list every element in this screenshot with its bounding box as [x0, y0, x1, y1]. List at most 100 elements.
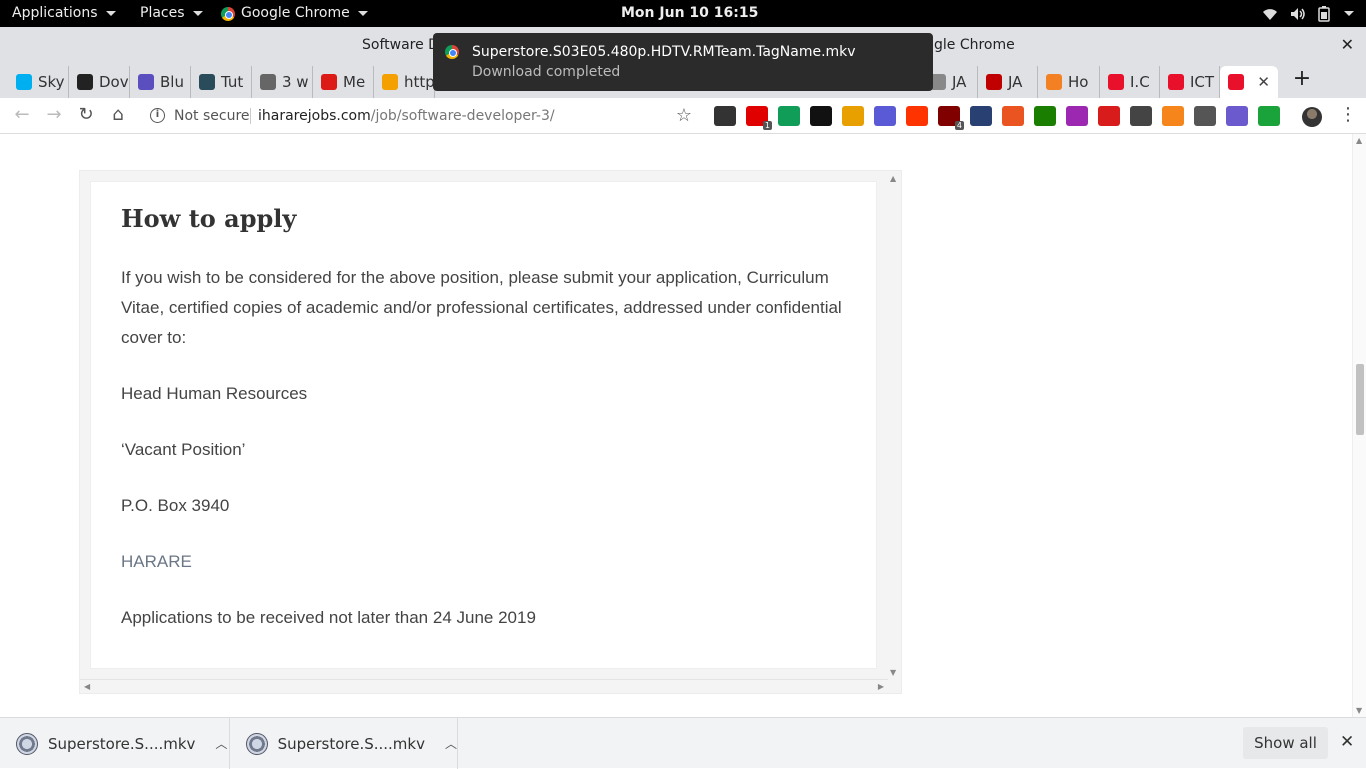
tab-label: Sky	[38, 73, 65, 91]
security-label[interactable]: Not secure	[174, 108, 250, 124]
tab[interactable]: Ho	[1038, 66, 1100, 98]
tab-label: JA	[952, 73, 967, 91]
opera-icon[interactable]: 1	[746, 106, 772, 130]
reload-button[interactable]: ↻	[75, 104, 97, 126]
a-icon[interactable]	[1194, 106, 1216, 126]
favicon-icon	[1168, 74, 1184, 90]
show-all-button[interactable]: Show all	[1243, 727, 1328, 759]
gnome-top-bar: Applications Places Google Chrome Mon Ju…	[0, 0, 1366, 27]
places-menu[interactable]: Places	[140, 0, 203, 27]
app-name-label: Google Chrome	[241, 5, 350, 21]
url-text[interactable]: ihararejobs.com/job/software-developer-3…	[258, 108, 555, 124]
profile-avatar[interactable]	[1302, 107, 1322, 127]
inner-vertical-scrollbar[interactable]: ▲ ▼	[887, 171, 901, 680]
tab[interactable]: Me	[313, 66, 374, 98]
omnibox[interactable]: i Not secure ihararejobs.com/job/softwar…	[140, 102, 702, 130]
tab-label: Me	[343, 73, 366, 91]
dots-icon[interactable]	[842, 106, 864, 126]
favicon-icon	[321, 74, 337, 90]
favicon-icon	[986, 74, 1002, 90]
applications-menu[interactable]: Applications	[12, 0, 116, 27]
chrome-icon	[445, 45, 459, 59]
places-label: Places	[140, 5, 185, 21]
ublock-icon[interactable]: 4	[938, 106, 964, 130]
notification-title: Superstore.S03E05.480p.HDTV.RMTeam.TagNa…	[472, 44, 856, 60]
r-icon[interactable]	[1226, 106, 1248, 126]
section-heading: How to apply	[121, 204, 297, 233]
drive-icon[interactable]	[778, 106, 800, 126]
tab[interactable]: I.C	[1100, 66, 1160, 98]
clock[interactable]: Mon Jun 10 16:15	[621, 0, 758, 27]
scroll-left-icon[interactable]: ◀	[84, 682, 90, 691]
page-scrollbar[interactable]: ▲ ▼	[1352, 134, 1366, 717]
jetbrains-icon[interactable]	[810, 106, 832, 126]
tab[interactable]: http	[374, 66, 435, 98]
home-button[interactable]: ⌂	[107, 104, 129, 126]
metamask-icon[interactable]	[1162, 106, 1184, 126]
shield-icon[interactable]	[1258, 106, 1280, 126]
file-icon	[246, 732, 268, 755]
chevron-up-icon[interactable]: ︿	[445, 735, 457, 752]
new-tab-button[interactable]: +	[1290, 68, 1314, 92]
chevron-up-icon[interactable]: ︿	[215, 735, 227, 752]
tab[interactable]: 3 w	[252, 66, 313, 98]
extensions-bar: 14	[714, 106, 1280, 130]
tab-active[interactable]: ✕	[1220, 66, 1278, 98]
tab[interactable]: Sky	[8, 66, 69, 98]
download-notification[interactable]: Superstore.S03E05.480p.HDTV.RMTeam.TagNa…	[433, 33, 933, 91]
favicon-icon	[1108, 74, 1124, 90]
tab[interactable]: Dov	[69, 66, 130, 98]
content-frame: How to apply If you wish to be considere…	[79, 170, 902, 694]
download-item[interactable]: Superstore.S....mkv ︿	[230, 718, 458, 769]
fedora-icon[interactable]	[970, 106, 992, 126]
system-tray[interactable]	[1262, 0, 1354, 27]
chevron-down-icon	[105, 11, 116, 16]
chevron-down-icon	[192, 11, 203, 16]
info-icon[interactable]: i	[150, 108, 165, 123]
scroll-up-icon[interactable]: ▲	[1356, 136, 1362, 145]
scrollbar-thumb[interactable]	[1356, 364, 1364, 435]
battery-icon	[1318, 5, 1330, 22]
apps-grid-icon[interactable]	[714, 106, 736, 126]
page-content: How to apply If you wish to be considere…	[0, 134, 1352, 717]
applications-label: Applications	[12, 5, 98, 21]
back-button[interactable]: ←	[11, 104, 33, 126]
scroll-down-icon[interactable]: ▼	[890, 668, 896, 677]
favicon-icon	[1228, 74, 1244, 90]
menu-kebab-icon[interactable]: ⋮	[1339, 104, 1357, 125]
tab-label: Ho	[1068, 73, 1089, 91]
city-link[interactable]: HARARE	[121, 547, 861, 577]
jh-icon[interactable]	[874, 106, 896, 126]
favicon-icon	[382, 74, 398, 90]
tab[interactable]: JA	[978, 66, 1038, 98]
tab[interactable]: ICT	[1160, 66, 1220, 98]
apply-card: How to apply If you wish to be considere…	[90, 181, 877, 669]
browser-toolbar: ← → ↻ ⌂ i Not secure ihararejobs.com/job…	[0, 98, 1366, 134]
favicon-icon	[16, 74, 32, 90]
tab-label: Dov	[99, 73, 129, 91]
bookmark-star-icon[interactable]: ☆	[676, 105, 692, 126]
close-icon[interactable]: ✕	[1340, 732, 1354, 752]
tab[interactable]: Blu	[130, 66, 191, 98]
scroll-up-icon[interactable]: ▲	[890, 174, 896, 183]
off-icon[interactable]	[1098, 106, 1120, 126]
scroll-down-icon[interactable]: ▼	[1356, 706, 1362, 715]
ubuntu-icon[interactable]	[1002, 106, 1024, 126]
deadline-text: Applications to be received not later th…	[121, 608, 536, 627]
app-menu[interactable]: Google Chrome	[221, 0, 368, 27]
colorwheel-icon[interactable]	[1066, 106, 1088, 126]
favicon-icon	[260, 74, 276, 90]
window-close-button[interactable]: ✕	[1341, 35, 1354, 54]
download-filename: Superstore.S....mkv	[277, 734, 425, 753]
scroll-right-icon[interactable]: ▶	[878, 682, 884, 691]
page-icon[interactable]	[1130, 106, 1152, 126]
tab[interactable]: Tut	[191, 66, 252, 98]
favicon-icon	[138, 74, 154, 90]
extension-badge: 1	[762, 121, 772, 130]
inner-horizontal-scrollbar[interactable]: ◀ ▶	[80, 679, 888, 693]
tab-close-icon[interactable]: ✕	[1257, 73, 1270, 91]
forward-button[interactable]: →	[43, 104, 65, 126]
download-item[interactable]: Superstore.S....mkv ︿	[0, 718, 230, 769]
bw-icon[interactable]	[1034, 106, 1056, 126]
wfm-icon[interactable]	[906, 106, 928, 126]
